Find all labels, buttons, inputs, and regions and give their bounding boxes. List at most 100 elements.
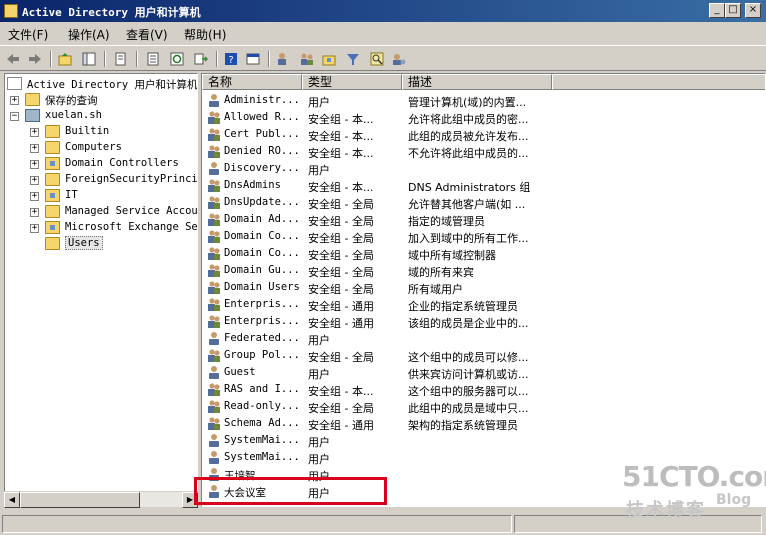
- scroll-left-icon[interactable]: ◀: [4, 492, 20, 508]
- list-item[interactable]: DnsAdmins 安全组 - 本... DNS Administrators 组: [202, 177, 765, 194]
- user-icon: [209, 434, 219, 447]
- back-icon[interactable]: [4, 50, 22, 68]
- list-item[interactable]: Guest 用户 供来宾访问计算机或访...: [202, 364, 765, 381]
- group-icon: [208, 128, 220, 141]
- group-icon: [208, 196, 220, 209]
- group-icon: [208, 417, 220, 430]
- scroll-thumb[interactable]: [20, 492, 140, 508]
- list-item[interactable]: Discovery... 用户: [202, 160, 765, 177]
- cell-type: 安全组 - 本...: [308, 130, 374, 143]
- list-item[interactable]: Domain Users 安全组 - 全局 所有域用户: [202, 279, 765, 296]
- ou-folder-icon: [45, 157, 60, 170]
- title-bar: Active Directory 用户和计算机 _ □ ×: [0, 0, 766, 22]
- list-item[interactable]: Enterpris... 安全组 - 通用 企业的指定系统管理员: [202, 296, 765, 313]
- menu-action[interactable]: 操作(A): [68, 26, 110, 43]
- cell-name: Federated...: [224, 332, 300, 344]
- add-user-icon[interactable]: [274, 50, 292, 68]
- cell-desc: 允许将此组中成员的密...: [408, 113, 529, 126]
- list-item[interactable]: Domain Co... 安全组 - 全局 加入到域中的所有工作...: [202, 228, 765, 245]
- folder-icon: [45, 125, 60, 138]
- cell-name: Domain Users: [224, 281, 300, 293]
- cell-type: 安全组 - 全局: [308, 232, 374, 245]
- group-icon: [208, 383, 220, 396]
- expand-icon[interactable]: +: [30, 176, 39, 185]
- menu-file[interactable]: 文件(F): [8, 26, 48, 43]
- cell-desc: 允许替其他客户端(如 ...: [408, 198, 526, 211]
- cell-desc: 域的所有来宾: [408, 266, 474, 279]
- tree-pane[interactable]: Active Directory 用户和计算机 + 保存的查询 − xuelan…: [4, 73, 198, 507]
- export-icon[interactable]: [192, 50, 210, 68]
- forward-icon[interactable]: [26, 50, 44, 68]
- minimize-button[interactable]: _: [709, 3, 725, 18]
- collapse-icon[interactable]: −: [10, 112, 19, 121]
- folder-icon: [45, 141, 60, 154]
- list-item[interactable]: Group Pol... 安全组 - 全局 这个组中的成员可以修...: [202, 347, 765, 364]
- highlight-annotation: [194, 477, 387, 505]
- domain-icon: [25, 109, 40, 122]
- menu-view[interactable]: 查看(V): [126, 26, 168, 43]
- cell-type: 安全组 - 全局: [308, 351, 374, 364]
- list-item[interactable]: Domain Ad... 安全组 - 全局 指定的域管理员: [202, 211, 765, 228]
- group-icon: [208, 298, 220, 311]
- cell-name: SystemMai...: [224, 451, 300, 463]
- show-tree-icon[interactable]: [80, 50, 98, 68]
- list-item[interactable]: Domain Gu... 安全组 - 全局 域的所有来宾: [202, 262, 765, 279]
- list-item[interactable]: Schema Ad... 安全组 - 通用 架构的指定系统管理员: [202, 415, 765, 432]
- expand-icon[interactable]: +: [30, 160, 39, 169]
- console-icon[interactable]: [244, 50, 262, 68]
- cell-name: RAS and I...: [224, 383, 300, 395]
- cell-type: 安全组 - 本...: [308, 113, 374, 126]
- cell-name: Allowed R...: [224, 111, 300, 123]
- expand-icon[interactable]: +: [30, 208, 39, 217]
- help-icon[interactable]: ?: [222, 50, 240, 68]
- cell-name: Discovery...: [224, 162, 300, 174]
- cell-desc: 这个组中的服务器可以...: [408, 385, 529, 398]
- cell-desc: 不允许将此组中成员的...: [408, 147, 529, 160]
- close-button[interactable]: ×: [745, 3, 761, 18]
- list-item[interactable]: Cert Publ... 安全组 - 本... 此组的成员被允许发布...: [202, 126, 765, 143]
- column-header-description[interactable]: 描述: [402, 74, 552, 90]
- list-item[interactable]: RAS and I... 安全组 - 本... 这个组中的服务器可以...: [202, 381, 765, 398]
- list-pane[interactable]: 名称 类型 描述 Administr... 用户 管理计算机(域)的内置... All…: [201, 73, 766, 507]
- list-item[interactable]: Read-only... 安全组 - 全局 此组中的成员是域中只...: [202, 398, 765, 415]
- properties-icon[interactable]: [144, 50, 162, 68]
- cell-type: 安全组 - 通用: [308, 300, 374, 313]
- cell-name: Guest: [224, 366, 256, 378]
- expand-icon[interactable]: +: [10, 96, 19, 105]
- watermark-blog: Blog: [716, 492, 752, 508]
- add-to-group-icon[interactable]: [390, 50, 408, 68]
- copy-icon[interactable]: [112, 50, 130, 68]
- cell-name: Domain Ad...: [224, 213, 300, 225]
- add-ou-icon[interactable]: [320, 50, 338, 68]
- list-item[interactable]: Administr... 用户 管理计算机(域)的内置...: [202, 92, 765, 109]
- cell-desc: 供来宾访问计算机或访...: [408, 368, 529, 381]
- expand-icon[interactable]: +: [30, 224, 39, 233]
- list-item[interactable]: DnsUpdate... 安全组 - 全局 允许替其他客户端(如 ...: [202, 194, 765, 211]
- find-icon[interactable]: [368, 50, 386, 68]
- cell-name: DnsUpdate...: [224, 196, 300, 208]
- refresh-icon[interactable]: [168, 50, 186, 68]
- cell-type: 用户: [308, 436, 330, 449]
- add-group-icon[interactable]: [298, 50, 316, 68]
- list-item[interactable]: Domain Co... 安全组 - 全局 域中所有域控制器: [202, 245, 765, 262]
- expand-icon[interactable]: +: [30, 192, 39, 201]
- list-item[interactable]: SystemMai... 用户: [202, 432, 765, 449]
- list-item[interactable]: Allowed R... 安全组 - 本... 允许将此组中成员的密...: [202, 109, 765, 126]
- status-pane-main: [2, 515, 512, 533]
- filter-icon[interactable]: [344, 50, 362, 68]
- tree-horizontal-scrollbar[interactable]: ◀ ▶: [4, 491, 198, 508]
- maximize-button[interactable]: □: [725, 3, 741, 18]
- expand-icon[interactable]: +: [30, 144, 39, 153]
- up-folder-icon[interactable]: [56, 50, 74, 68]
- user-icon: [209, 94, 219, 107]
- list-item[interactable]: Enterpris... 安全组 - 通用 该组的成员是企业中的...: [202, 313, 765, 330]
- cell-desc: DNS Administrators 组: [408, 181, 531, 194]
- list-item[interactable]: Denied RO... 安全组 - 本... 不允许将此组中成员的...: [202, 143, 765, 160]
- list-item[interactable]: Federated... 用户: [202, 330, 765, 347]
- cell-type: 用户: [308, 164, 330, 177]
- column-header-name[interactable]: 名称: [202, 74, 302, 90]
- expand-icon[interactable]: +: [30, 128, 39, 137]
- menu-help[interactable]: 帮助(H): [184, 26, 226, 43]
- column-header-type[interactable]: 类型: [302, 74, 402, 90]
- cell-desc: 该组的成员是企业中的...: [408, 317, 529, 330]
